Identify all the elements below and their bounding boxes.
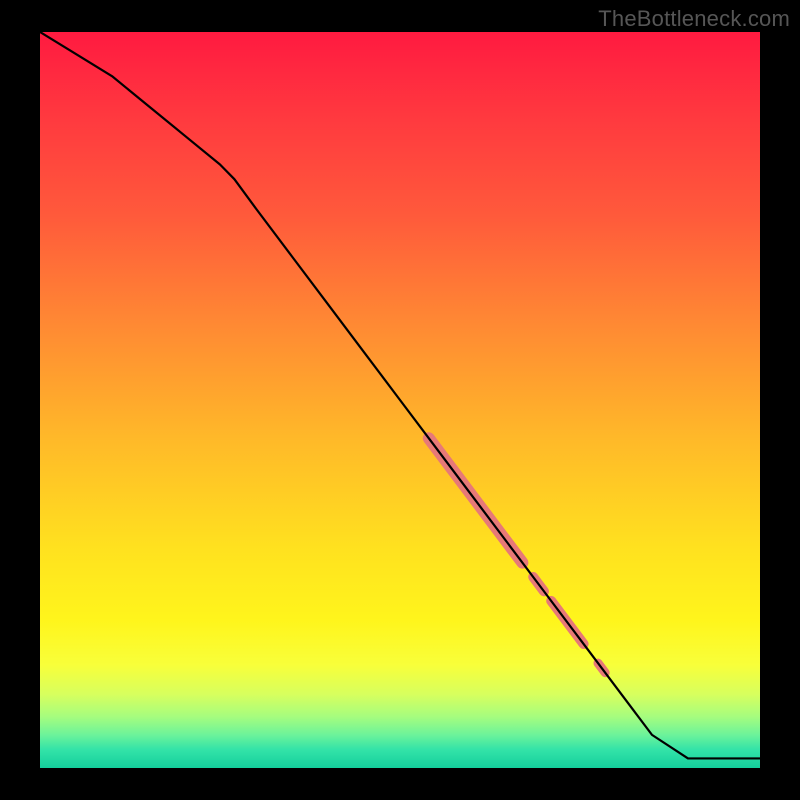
chart-frame: TheBottleneck.com bbox=[0, 0, 800, 800]
watermark-text: TheBottleneck.com bbox=[598, 6, 790, 32]
main-curve bbox=[40, 32, 760, 758]
chart-overlay bbox=[40, 32, 760, 768]
plot-area bbox=[40, 32, 760, 768]
